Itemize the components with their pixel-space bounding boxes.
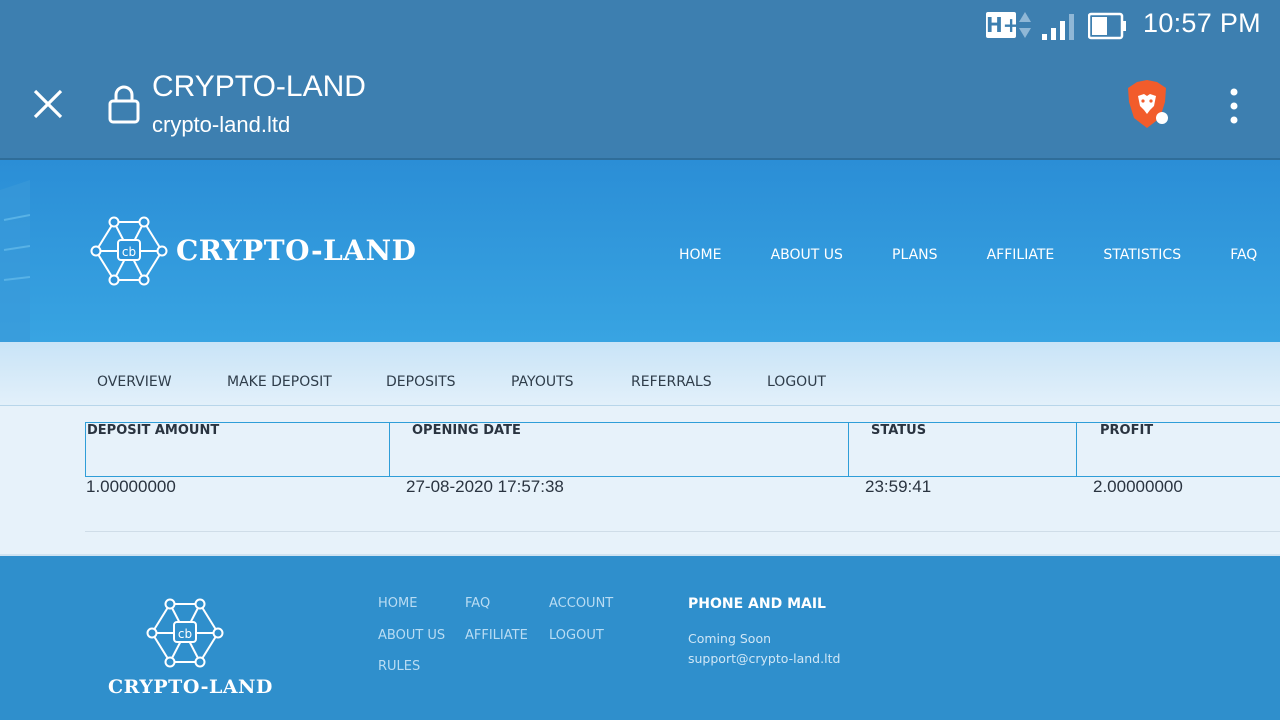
- footer-link-about-us[interactable]: ABOUT US: [378, 628, 445, 643]
- footer-logo-icon[interactable]: cb: [146, 598, 224, 668]
- table-row: 1.00000000 27-08-2020 17:57:38 23:59:41 …: [85, 477, 1280, 532]
- cell-deposit-amount: 1.00000000: [86, 477, 176, 496]
- account-subnav: OVERVIEW MAKE DEPOSIT DEPOSITS PAYOUTS R…: [0, 342, 1280, 406]
- footer-link-account[interactable]: ACCOUNT: [549, 596, 613, 611]
- header-deposit-amount: DEPOSIT AMOUNT: [86, 423, 390, 476]
- overflow-menu-icon[interactable]: [1222, 86, 1246, 126]
- brave-lion-icon[interactable]: [1124, 78, 1170, 130]
- deposits-section: DEPOSIT AMOUNT OPENING DATE STATUS PROFI…: [0, 406, 1280, 556]
- contact-phone: Coming Soon: [688, 631, 772, 646]
- subnav-make-deposit[interactable]: MAKE DEPOSIT: [227, 374, 332, 390]
- footer-logo-text[interactable]: CRYPTO-LAND: [108, 676, 273, 698]
- footer-link-affiliate[interactable]: AFFILIATE: [465, 628, 528, 643]
- footer-logo-mark-text: cb: [178, 627, 192, 641]
- cell-status: 23:59:41: [865, 477, 932, 496]
- footer-link-home[interactable]: HOME: [378, 596, 417, 611]
- logo-mark-text: cb: [122, 245, 136, 259]
- site-logo-text[interactable]: CRYPTO-LAND: [176, 234, 416, 267]
- cell-profit: 2.00000000: [1093, 477, 1183, 496]
- subnav-referrals[interactable]: REFERRALS: [631, 374, 712, 390]
- nav-plans[interactable]: PLANS: [892, 247, 938, 263]
- header-opening-date: OPENING DATE: [390, 423, 849, 476]
- data-activity-icon: [1019, 12, 1031, 38]
- header-decoration: [0, 180, 30, 342]
- site-footer: cb CRYPTO-LAND HOME ABOUT US RULES FAQ A…: [0, 558, 1280, 720]
- network-type-badge: H+: [986, 12, 1020, 38]
- subnav-logout[interactable]: LOGOUT: [767, 374, 826, 390]
- cell-opening-date: 27-08-2020 17:57:38: [406, 477, 564, 496]
- lock-icon[interactable]: [106, 84, 142, 124]
- footer-link-rules[interactable]: RULES: [378, 659, 420, 674]
- site-header: cb CRYPTO-LAND HOME ABOUT US PLANS AFFIL…: [0, 160, 1280, 342]
- page-url[interactable]: crypto-land.ltd: [152, 112, 290, 138]
- main-nav: HOME ABOUT US PLANS AFFILIATE STATISTICS…: [679, 244, 1280, 263]
- status-bar: H+ 10:57 PM: [0, 0, 1280, 52]
- nav-affiliate[interactable]: AFFILIATE: [987, 247, 1055, 263]
- page-title: CRYPTO-LAND: [152, 70, 366, 103]
- header-profit: PROFIT: [1100, 423, 1154, 438]
- subnav-deposits[interactable]: DEPOSITS: [386, 374, 456, 390]
- subnav-overview[interactable]: OVERVIEW: [97, 374, 172, 390]
- table-header: DEPOSIT AMOUNT OPENING DATE STATUS PROFI…: [85, 422, 1280, 477]
- subnav-payouts[interactable]: PAYOUTS: [511, 374, 574, 390]
- deposits-table: DEPOSIT AMOUNT OPENING DATE STATUS PROFI…: [85, 422, 1280, 532]
- status-clock: 10:57 PM: [1143, 8, 1261, 38]
- nav-faq[interactable]: FAQ: [1230, 247, 1257, 263]
- crypto-land-logo-icon[interactable]: cb: [90, 216, 168, 286]
- header-status: STATUS: [849, 423, 1077, 476]
- signal-strength-icon: [1042, 14, 1074, 40]
- browser-toolbar: CRYPTO-LAND crypto-land.ltd: [0, 52, 1280, 160]
- nav-home[interactable]: HOME: [679, 247, 721, 263]
- footer-link-faq[interactable]: FAQ: [465, 596, 490, 611]
- battery-icon: [1088, 12, 1126, 40]
- close-icon[interactable]: [30, 86, 66, 122]
- nav-statistics[interactable]: STATISTICS: [1103, 247, 1181, 263]
- footer-link-logout[interactable]: LOGOUT: [549, 628, 604, 643]
- nav-about-us[interactable]: ABOUT US: [771, 247, 843, 263]
- contact-title: PHONE AND MAIL: [688, 596, 826, 612]
- contact-email[interactable]: support@crypto-land.ltd: [688, 651, 840, 666]
